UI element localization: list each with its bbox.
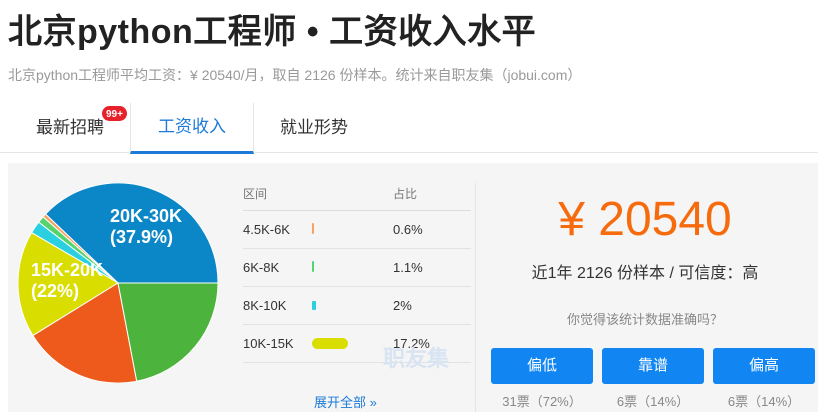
row-range: 4.5K-6K xyxy=(243,222,290,237)
pie-label-percent: (22%) xyxy=(31,281,80,301)
salary-range-table: 区间 占比 4.5K-6K 0.6% 6K-8K 1.1% 8K-10K 2% … xyxy=(243,183,471,363)
tab-salary[interactable]: 工资收入 xyxy=(130,103,254,154)
tab-employment[interactable]: 就业形势 xyxy=(254,103,374,153)
tab-label: 工资收入 xyxy=(158,117,226,136)
pie-label-range: 15K-20K xyxy=(31,260,104,280)
header-range: 区间 xyxy=(243,187,268,201)
page-subtitle: 北京python工程师平均工资：¥ 20540/月，取自 2126 份样本。统计… xyxy=(8,67,582,83)
watermark: 职友集 xyxy=(383,346,450,371)
row-bar xyxy=(312,301,317,310)
vote-accurate-button[interactable]: 靠谱 xyxy=(602,348,704,384)
row-range: 6K-8K xyxy=(243,260,280,275)
pie-label-20k-30k: 20K-30K (37.9%) xyxy=(110,206,182,248)
vote-accurate-count: 6票（14%） xyxy=(616,394,690,409)
notification-badge: 99+ xyxy=(101,105,128,122)
table-row: 6K-8K 1.1% xyxy=(243,249,471,287)
vote-low-button[interactable]: 偏低 xyxy=(491,348,593,384)
table-row: 8K-10K 2% xyxy=(243,287,471,325)
row-range: 8K-10K xyxy=(243,298,287,313)
pie-label-range: 20K-30K xyxy=(110,206,183,226)
sample-info: 近1年 2126 份样本 / 可信度：高 xyxy=(531,265,759,282)
row-percent: 2% xyxy=(393,298,412,313)
row-bar xyxy=(312,223,314,234)
vote-high-button[interactable]: 偏高 xyxy=(713,348,815,384)
row-bar xyxy=(312,338,348,349)
pie-label-percent: (37.9%) xyxy=(110,227,174,247)
expand-all-link[interactable]: 展开全部 » xyxy=(314,392,377,411)
pie-label-15k-20k: 15K-20K (22%) xyxy=(31,260,103,302)
vote-low-count: 31票（72%） xyxy=(502,394,582,409)
accuracy-question: 你觉得该统计数据准确吗？ xyxy=(566,312,723,327)
row-bar xyxy=(312,261,315,272)
row-percent: 0.6% xyxy=(393,222,423,237)
table-header: 区间 占比 xyxy=(243,183,471,211)
average-salary: ¥ 20540 xyxy=(558,193,732,246)
row-percent: 1.1% xyxy=(393,260,423,275)
row-range: 10K-15K xyxy=(243,336,294,351)
table-row: 4.5K-6K 0.6% xyxy=(243,211,471,249)
panel-divider xyxy=(475,183,476,412)
tab-label: 就业形势 xyxy=(280,118,348,137)
vote-high-count: 6票（14%） xyxy=(727,394,801,409)
page-title: 北京python工程师 • 工资收入水平 xyxy=(8,13,537,51)
tab-bar: 最新招聘 99+ 工资收入 就业形势 xyxy=(0,103,818,154)
tab-label: 最新招聘 xyxy=(36,118,104,137)
header-percent: 占比 xyxy=(393,187,418,201)
